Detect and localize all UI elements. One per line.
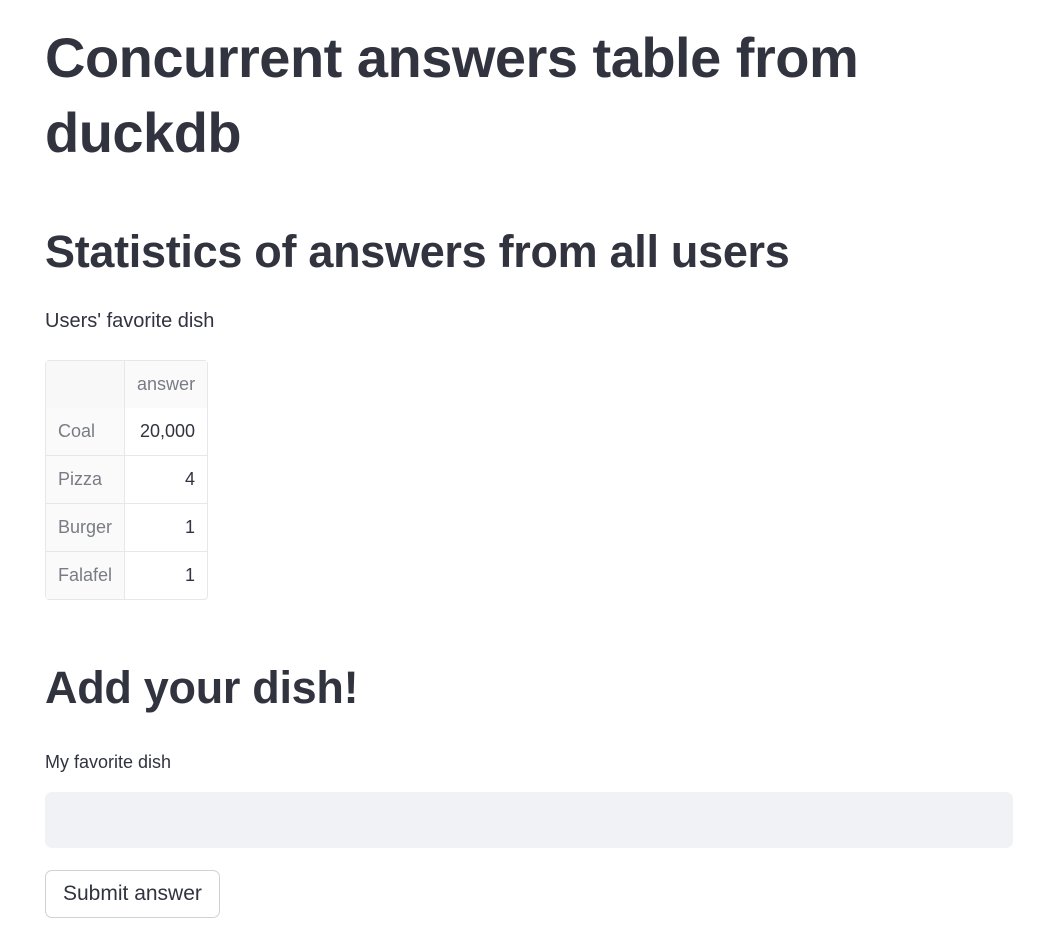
statistics-heading: Statistics of answers from all users [45, 226, 790, 277]
answer-cell[interactable]: 20,000 [125, 408, 208, 456]
answer-cell[interactable]: 1 [125, 552, 207, 599]
row-index: Coal [46, 408, 126, 456]
page-title: Concurrent answers table from duckdb [45, 26, 859, 164]
table-row: Pizza 4 [46, 456, 208, 504]
table-row: Falafel 1 [46, 552, 207, 599]
index-header [46, 361, 126, 408]
row-index: Pizza [46, 456, 126, 504]
submit-answer-button[interactable]: Submit answer [45, 870, 220, 918]
answer-cell[interactable]: 1 [125, 504, 208, 552]
main-content: Concurrent answers table from duckdb Sta… [0, 0, 1041, 918]
table-row: Coal 20,000 [46, 408, 208, 456]
add-dish-heading: Add your dish! [45, 662, 359, 713]
row-index: Falafel [46, 552, 126, 599]
answers-table[interactable]: answer Coal 20,000 Pizza 4 Burger 1 Fala… [45, 360, 209, 600]
favorite-dish-input[interactable] [45, 792, 1013, 848]
row-index: Burger [46, 504, 126, 552]
favorite-dish-label: My favorite dish [45, 752, 172, 772]
answer-cell[interactable]: 4 [125, 456, 208, 504]
table-header-row: answer [46, 361, 208, 408]
table-row: Burger 1 [46, 504, 208, 552]
table-caption: Users' favorite dish [45, 310, 215, 332]
column-header-answer[interactable]: answer [125, 361, 208, 408]
favorite-dish-field-container [45, 792, 1013, 848]
